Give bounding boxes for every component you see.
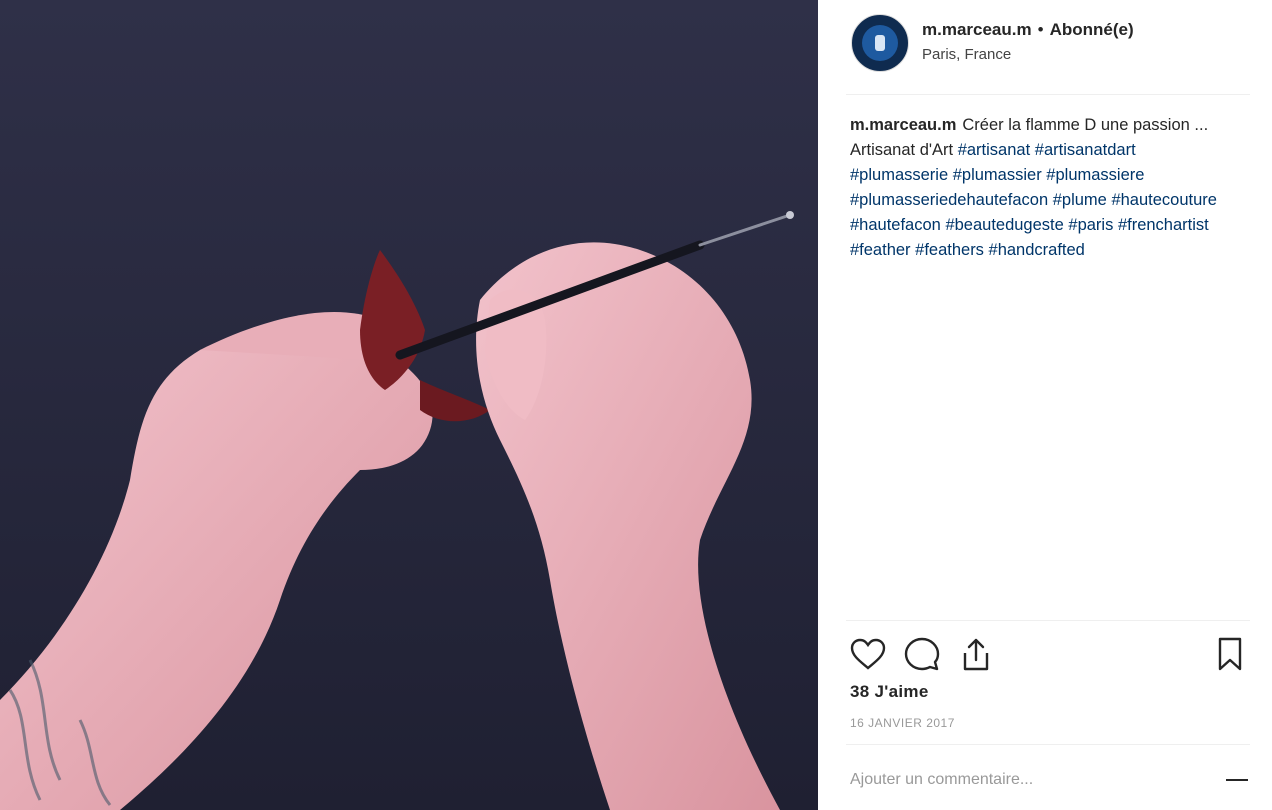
divider xyxy=(846,744,1250,745)
hashtag-link[interactable]: #beautedugeste xyxy=(945,216,1063,234)
hashtag-link[interactable]: #frenchartist xyxy=(1118,216,1209,234)
hashtag-link[interactable]: #feathers xyxy=(915,241,984,259)
heart-icon xyxy=(850,638,886,670)
post-date: 16 JANVIER 2017 xyxy=(850,716,955,730)
post-photo[interactable] xyxy=(0,0,818,810)
more-options-button[interactable] xyxy=(1222,768,1252,792)
divider xyxy=(846,94,1250,95)
follow-button[interactable]: Abonné(e) xyxy=(1050,20,1134,39)
hashtag-link[interactable]: #plumasseriedehautefacon xyxy=(850,191,1048,209)
hashtag-link[interactable]: #artisanatdart xyxy=(1035,141,1136,159)
avatar[interactable] xyxy=(851,14,909,72)
caption: m.marceau.m Créer la flamme D une passion… xyxy=(850,113,1230,263)
bookmark-icon xyxy=(1218,637,1242,671)
share-button[interactable] xyxy=(954,632,998,676)
hashtag-link[interactable]: #hautecouture xyxy=(1111,191,1217,209)
hashtag-link[interactable]: #paris xyxy=(1068,216,1113,234)
location-link[interactable]: Paris, France xyxy=(922,46,1011,63)
comment-button[interactable] xyxy=(900,632,944,676)
avatar-emblem xyxy=(875,35,885,51)
post-header: m.marceau.m • Abonné(e) Paris, France xyxy=(818,0,1272,95)
caption-username[interactable]: m.marceau.m xyxy=(850,116,956,134)
action-bar xyxy=(846,632,1250,676)
divider xyxy=(846,620,1250,621)
hashtag-link[interactable]: #hautefacon xyxy=(850,216,941,234)
separator-dot: • xyxy=(1037,20,1044,39)
more-options-icon xyxy=(1226,779,1248,781)
post-sidebar: m.marceau.m • Abonné(e) Paris, France m.ma… xyxy=(818,0,1272,810)
like-button[interactable] xyxy=(846,632,890,676)
likes-count[interactable]: 38 J'aime xyxy=(850,682,929,702)
save-button[interactable] xyxy=(1208,632,1252,676)
hashtag-link[interactable]: #plume xyxy=(1053,191,1107,209)
comment-input[interactable] xyxy=(850,760,1190,800)
comment-icon xyxy=(904,637,940,671)
share-icon xyxy=(963,638,989,671)
hashtag-link[interactable]: #handcrafted xyxy=(989,241,1085,259)
hashtag-link[interactable]: #plumassier xyxy=(953,166,1042,184)
hashtag-link[interactable]: #feather xyxy=(850,241,911,259)
hashtag-link[interactable]: #plumasserie xyxy=(850,166,948,184)
user-line: m.marceau.m • Abonné(e) xyxy=(922,20,1134,40)
username-link[interactable]: m.marceau.m xyxy=(922,20,1032,39)
hashtag-link[interactable]: #artisanat xyxy=(958,141,1030,159)
post-image xyxy=(0,0,818,810)
hashtag-link[interactable]: #plumassiere xyxy=(1046,166,1144,184)
